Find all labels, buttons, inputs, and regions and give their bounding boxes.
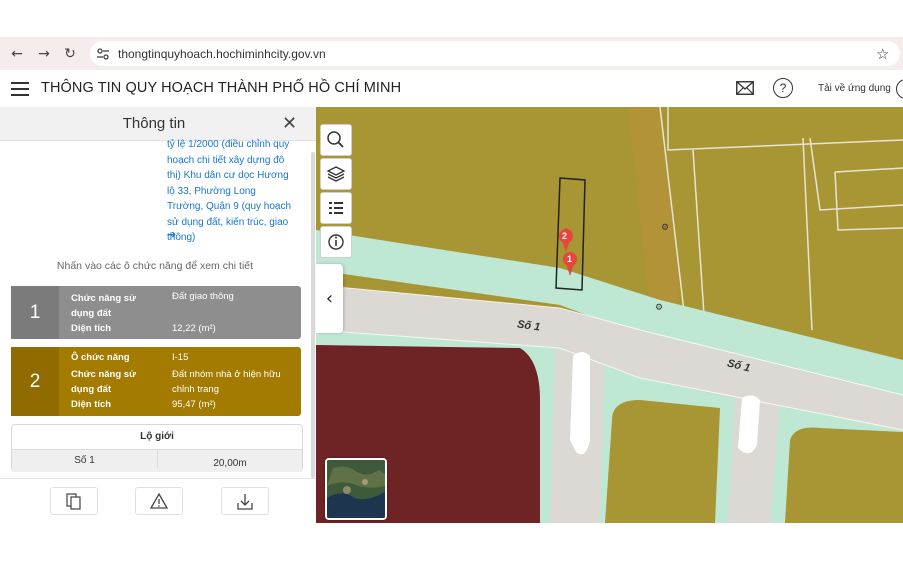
back-icon[interactable]: ← [8,45,26,63]
zone-area-label: Diện tích [71,323,112,334]
zone-function-value: Đất giao thông [172,291,234,302]
info-icon [328,234,344,250]
marker-1-label: 1 [567,254,573,264]
warning-icon [149,492,169,509]
zone-area-label: Diện tích [71,399,112,410]
forward-icon[interactable]: → [35,45,53,63]
zone-function-label: Chức năng sử dụng đất [71,293,136,319]
legend-tool-button[interactable] [320,192,352,224]
marker-2-label: 2 [562,231,568,241]
hint-text: Nhấn vào các ô chức năng để xem chi tiết [56,260,254,272]
menu-icon[interactable] [11,82,29,96]
download-button[interactable] [221,487,269,515]
zone-number: 2 [11,347,59,416]
road-name: Số 1 [74,455,95,466]
zone-card-2[interactable]: 2 Ô chức năng I-15 Chức năng sử dụng đất… [11,347,301,416]
road-boundary-table: Lộ giới Số 1 20,00m [11,424,303,472]
zone-card-1[interactable]: 1 Chức năng sử dụng đất Đất giao thông D… [11,286,301,339]
panel-title: Thông tin [122,115,186,132]
document-compare-icon [66,493,81,510]
close-icon[interactable]: ✕ [282,113,297,134]
zone-function-label: Chức năng sử dụng đất [71,369,136,395]
compare-button[interactable] [50,487,98,515]
browser-toolbar: ← → ↻ thongtinquyhoach.hochiminhcity.gov… [0,37,903,70]
zone-area-value: 95,47 (m²) [172,399,216,410]
url-text[interactable]: thongtinquyhoach.hochiminhcity.gov.vn [118,47,326,61]
layers-tool-button[interactable] [320,158,352,190]
satellite-thumbnail-icon [327,460,385,518]
download-icon [237,494,253,510]
download-app-link[interactable]: Tải về ứng dụng [818,83,891,94]
panel-header: Thông tin ✕ [0,107,316,141]
zone-function-value: Đất nhóm nhà ở hiện hữu chỉnh trang [172,369,281,395]
zone-number: 1 [11,286,59,339]
arrow-right-icon[interactable]: ➔ [167,228,176,241]
collapse-panel-button[interactable]: ‹ [316,264,343,333]
site-settings-icon[interactable] [96,47,110,61]
app-title: THÔNG TIN QUY HOẠCH THÀNH PHỐ HỒ CHÍ MIN… [41,80,402,96]
help-icon[interactable]: ? [773,78,793,98]
list-icon [329,202,343,214]
panel-scrollbar[interactable] [311,152,315,478]
plan-link[interactable]: tỷ lệ 1/2000 (điều chỉnh quy hoạch chi t… [167,137,292,246]
mail-icon[interactable] [736,81,754,95]
search-icon [327,131,344,148]
reload-icon[interactable]: ↻ [61,45,79,63]
road-boundary-title: Lộ giới [140,431,174,442]
zone-area-value: 12,22 (m²) [172,323,216,334]
chevron-left-icon: ‹ [325,288,334,309]
bookmark-star-icon[interactable]: ☆ [876,45,889,63]
layers-icon [326,166,346,182]
search-tool-button[interactable] [320,124,352,156]
app-header: THÔNG TIN QUY HOẠCH THÀNH PHỐ HỒ CHÍ MIN… [0,70,903,108]
planning-map[interactable]: ⚙ ⚙ 2 1 Số 1 Số 1 [316,107,903,523]
table-row: Số 1 20,00m [12,449,302,472]
svg-text:⚙: ⚙ [655,303,663,313]
info-tool-button[interactable] [320,226,352,258]
svg-text:⚙: ⚙ [661,223,669,233]
road-width: 20,00m [157,450,302,469]
account-icon[interactable] [896,79,903,99]
zone-cell-value: I-15 [172,352,189,363]
basemap-toggle[interactable] [325,458,387,520]
report-button[interactable] [135,487,183,515]
zone-cell-label: Ô chức năng [71,352,130,363]
